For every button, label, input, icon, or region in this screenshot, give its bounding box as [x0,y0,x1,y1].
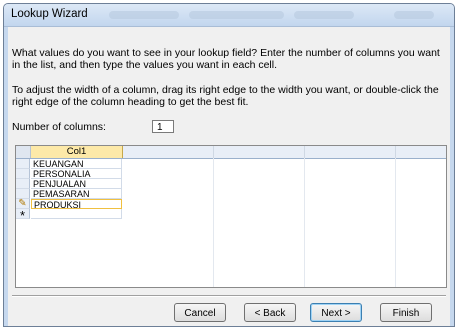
column-header-col1[interactable]: Col1 [31,146,123,158]
row-selector[interactable] [16,159,30,169]
back-button[interactable]: < Back [244,303,296,322]
blurred-title-background [394,11,434,19]
button-separator [12,295,446,297]
grid-cell[interactable]: PERSONALIA [31,169,122,179]
column-divider [123,146,214,158]
grid-cell[interactable]: PEMASARAN [31,189,122,199]
grid-row[interactable]: PENJUALAN [16,179,122,189]
grid-line [304,158,305,287]
blurred-title-background [109,11,179,19]
grid-cell-active[interactable]: PRODUKSI [31,199,122,210]
grid-header-row: Col1 [16,146,446,159]
select-all-corner[interactable] [16,146,31,158]
instruction-width: To adjust the width of a column, drag it… [12,84,442,108]
grid-row-new[interactable]: * [16,209,122,223]
window-title: Lookup Wizard [11,8,88,20]
title-bar[interactable]: Lookup Wizard [4,4,454,27]
finish-button[interactable]: Finish [380,303,432,322]
row-selector[interactable] [16,169,30,179]
column-divider [305,146,396,158]
instruction-line: What values do you want to see in your l… [12,47,440,59]
row-selector[interactable] [16,179,30,189]
grid-line [213,158,214,287]
grid-row[interactable]: KEUANGAN [16,159,122,169]
number-of-columns-input[interactable]: 1 [152,120,174,133]
instruction-line: To adjust the width of a column, drag it… [12,84,439,96]
blurred-title-background [294,11,354,19]
blurred-title-background [189,11,284,19]
grid-cell[interactable]: PENJUALAN [31,179,122,189]
lookup-wizard-window: Lookup Wizard What values do you want to… [3,3,455,327]
number-of-columns-label: Number of columns: [12,121,106,133]
wizard-body: What values do you want to see in your l… [8,27,450,326]
cancel-button[interactable]: Cancel [174,303,226,322]
grid-row[interactable]: PERSONALIA [16,169,122,179]
column-divider [214,146,305,158]
grid-cell[interactable]: KEUANGAN [31,159,122,169]
instruction-values: What values do you want to see in your l… [12,47,442,71]
grid-line [395,158,396,287]
next-button[interactable]: Next > [310,303,362,322]
instruction-line: right edge of the column heading to get … [12,96,249,108]
grid-row-editing[interactable]: ✎ PRODUKSI [16,199,122,210]
grid-cell[interactable] [31,209,122,219]
lookup-values-grid[interactable]: Col1 KEUANGAN PERSONALIA PENJUALAN PEMAS… [15,145,447,288]
grid-row[interactable]: PEMASARAN [16,189,122,199]
instruction-line: in the list, and then type the values yo… [12,59,277,71]
new-record-asterisk-icon: * [16,209,30,223]
